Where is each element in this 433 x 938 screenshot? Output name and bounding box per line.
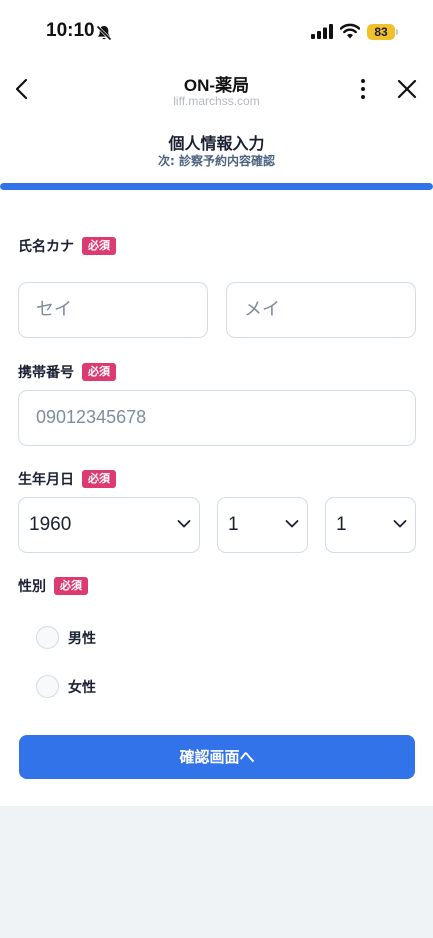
birth-year-select[interactable]: 1960 (18, 497, 200, 553)
step-next: 次: 診察予約内容確認 (158, 154, 275, 168)
birth-day-value: 1 (336, 514, 347, 535)
kana-field-label: 氏名カナ 必須 (18, 236, 116, 256)
app-header: ON-薬局 liff.marchss.com (0, 60, 433, 118)
phone-field-label: 携帯番号 必須 (18, 362, 116, 382)
bell-slash-icon (96, 25, 112, 41)
radio-button[interactable] (36, 675, 59, 698)
required-badge: 必須 (54, 577, 88, 595)
gender-label: 性別 (18, 579, 46, 595)
birth-year-value: 1960 (29, 514, 72, 535)
chevron-down-icon (177, 520, 191, 528)
birth-day-select[interactable]: 1 (325, 497, 416, 553)
gender-option-label: 女性 (68, 679, 96, 696)
confirm-button[interactable]: 確認画面へ (19, 735, 415, 779)
close-icon[interactable] (394, 76, 420, 102)
birth-month-value: 1 (228, 514, 239, 535)
required-badge: 必須 (82, 363, 116, 381)
progress-fill (0, 183, 433, 190)
sei-input[interactable]: セイ (18, 282, 208, 338)
phone-input[interactable]: 09012345678 (18, 390, 416, 446)
cellular-signal-icon (311, 24, 333, 39)
battery-icon: 83 (367, 24, 398, 40)
birth-label: 生年月日 (18, 472, 74, 488)
radio-button[interactable] (36, 626, 59, 649)
wifi-icon (340, 23, 360, 39)
chevron-down-icon (285, 520, 299, 528)
battery-level: 83 (367, 24, 395, 40)
required-badge: 必須 (82, 237, 116, 255)
more-vertical-icon[interactable] (352, 76, 374, 102)
birth-month-select[interactable]: 1 (217, 497, 308, 553)
progress-bar (0, 183, 433, 190)
chevron-down-icon (393, 520, 407, 528)
gender-option-female[interactable]: 女性 (36, 675, 96, 698)
status-time: 10:10 (46, 20, 95, 41)
required-badge: 必須 (82, 470, 116, 488)
gender-option-male[interactable]: 男性 (36, 626, 96, 649)
mei-input[interactable]: メイ (226, 282, 416, 338)
gender-field-label: 性別 必須 (18, 576, 88, 596)
step-title: 個人情報入力 (168, 134, 265, 153)
phone-label: 携帯番号 (18, 365, 74, 381)
status-bar: 10:10 83 (0, 0, 433, 60)
birth-field-label: 生年月日 必須 (18, 469, 116, 489)
gender-option-label: 男性 (68, 630, 96, 647)
kana-label: 氏名カナ (18, 239, 74, 255)
battery-tip (396, 29, 398, 35)
